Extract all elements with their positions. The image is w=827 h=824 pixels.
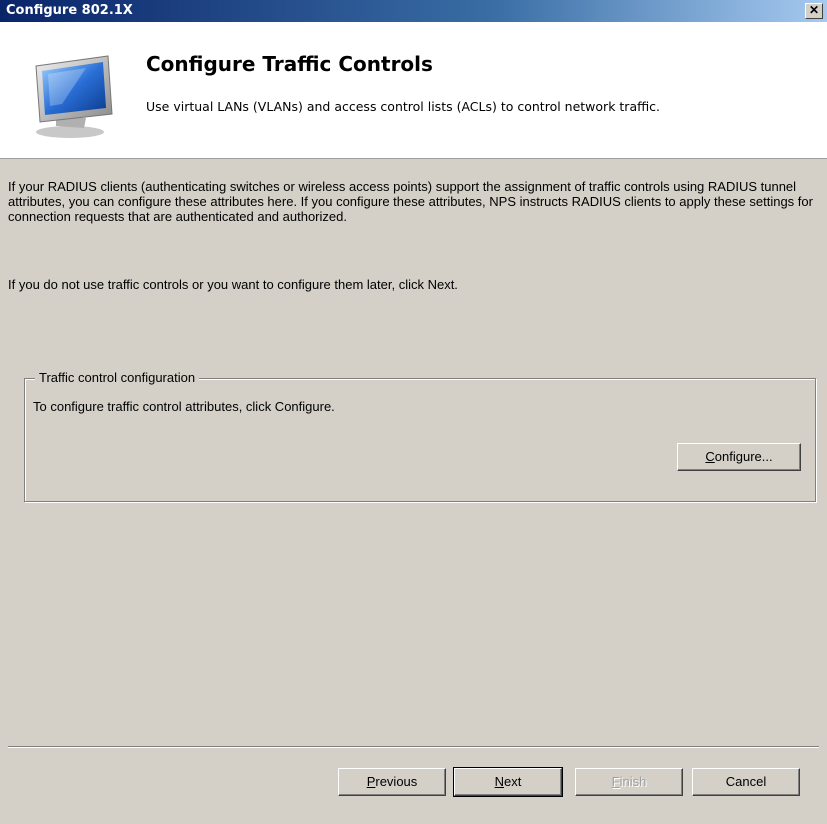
footer-separator bbox=[8, 746, 819, 748]
next-label: ext bbox=[504, 774, 522, 789]
page-title: Configure Traffic Controls bbox=[146, 52, 433, 76]
traffic-control-group: Traffic control configuration To configu… bbox=[24, 370, 816, 502]
group-description: To configure traffic control attributes,… bbox=[33, 399, 335, 414]
configure-button[interactable]: Configure... bbox=[677, 443, 801, 471]
finish-mnemonic: F bbox=[611, 774, 620, 789]
page-subtitle: Use virtual LANs (VLANs) and access cont… bbox=[146, 99, 661, 114]
cancel-label: Cancel bbox=[725, 774, 767, 789]
cancel-button[interactable]: Cancel bbox=[692, 768, 800, 796]
next-mnemonic: N bbox=[494, 774, 505, 789]
close-button[interactable]: ✕ bbox=[805, 3, 823, 19]
finish-button[interactable]: Finish bbox=[575, 768, 683, 796]
title-bar: Configure 802.1X ✕ bbox=[0, 0, 827, 22]
finish-label: inish bbox=[619, 774, 647, 789]
intro-text: If your RADIUS clients (authenticating s… bbox=[8, 179, 813, 224]
group-legend: Traffic control configuration bbox=[35, 370, 200, 385]
next-hint-text: If you do not use traffic controls or yo… bbox=[8, 277, 458, 292]
previous-button[interactable]: Previous bbox=[338, 768, 446, 796]
monitor-icon bbox=[35, 55, 113, 138]
wizard-header: Configure Traffic Controls Use virtual L… bbox=[0, 22, 827, 159]
previous-label: revious bbox=[375, 774, 418, 789]
window-title: Configure 802.1X bbox=[6, 3, 133, 18]
next-button[interactable]: Next bbox=[453, 767, 563, 797]
configure-mnemonic: C bbox=[705, 449, 715, 464]
close-icon: ✕ bbox=[808, 3, 820, 17]
configure-label: onfigure... bbox=[714, 449, 773, 464]
